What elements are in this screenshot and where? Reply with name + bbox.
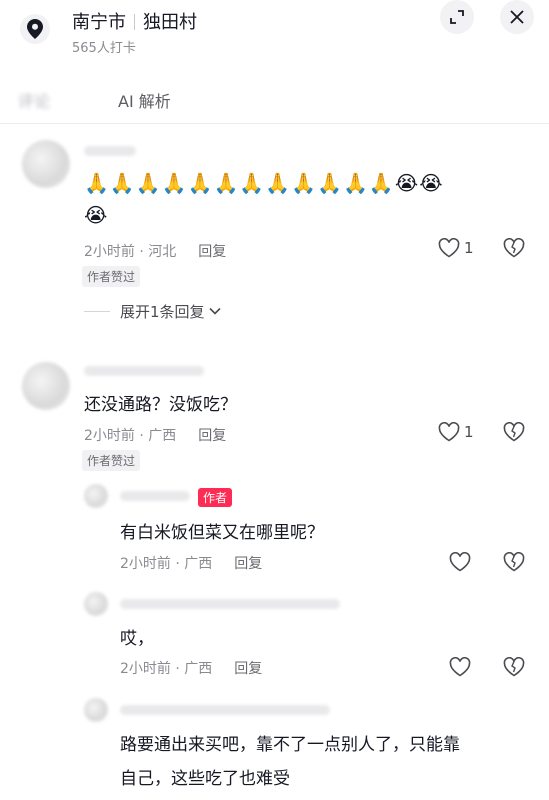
comment-time-location: 2小时前 · 河北 [84,244,177,260]
dislike-button[interactable] [503,552,525,572]
comment-meta: 2小时前 · 河北 回复 [84,241,226,261]
reply-button[interactable]: 回复 [198,428,226,444]
avatar[interactable] [84,698,108,722]
username-blurred[interactable] [120,705,330,715]
reply-button[interactable]: 回复 [198,244,226,260]
tab-comments[interactable]: 评论 [18,88,50,112]
expand-divider [84,310,110,312]
location-header: 南宁市 独田村 565人打卡 [0,0,549,70]
like-count: 1 [464,423,474,441]
reply-time-location: 2小时前 · 广西 [120,661,213,677]
dislike-button[interactable] [503,657,525,677]
comment-emoji-text-cont: 😭 [84,203,109,227]
author-liked-badge: 作者赞过 [82,266,141,287]
comment-meta: 2小时前 · 广西 回复 [84,425,226,445]
like-button[interactable]: 1 [438,238,474,258]
reply-text: 有白米饭但菜又在哪里呢？ [120,523,324,543]
broken-heart-icon [503,238,525,258]
heart-icon [438,422,460,442]
username-blurred[interactable] [120,599,340,609]
like-button[interactable]: 1 [438,422,474,442]
tab-bar: 评论 AI 解析 [0,80,549,120]
title-separator [134,14,135,30]
tab-ai-analysis[interactable]: AI 解析 [118,88,171,112]
username-blurred[interactable] [84,146,136,156]
reply-meta: 2小时前 · 广西 回复 [120,658,262,678]
dislike-button[interactable] [503,238,525,258]
avatar[interactable] [22,140,70,188]
avatar[interactable] [84,592,108,616]
collapse-button[interactable] [440,0,474,34]
broken-heart-icon [503,657,525,677]
tab-divider [0,123,549,124]
village-name: 独田村 [143,12,197,33]
close-button[interactable] [500,0,534,34]
reply-button[interactable]: 回复 [234,556,262,572]
reply-text: 路要通出来买吧，靠不了一点别人了，只能靠 [120,735,460,755]
dislike-button[interactable] [503,422,525,442]
like-button[interactable] [449,552,471,572]
username-blurred[interactable] [120,491,190,501]
author-badge: 作者 [198,488,233,507]
city-name: 南宁市 [72,12,126,33]
location-pin-icon [20,14,50,44]
chevron-down-icon [208,307,221,315]
avatar[interactable] [22,362,70,410]
like-button[interactable] [449,657,471,677]
reply-meta: 2小时前 · 广西 回复 [120,553,262,573]
like-count: 1 [464,239,474,257]
comment-text: 还没通路？没饭吃？ [84,395,237,415]
author-liked-badge: 作者赞过 [82,450,141,471]
heart-icon [449,552,471,572]
expand-replies-label: 展开1条回复 [120,302,205,321]
heart-icon [438,238,460,258]
expand-replies-button[interactable]: 展开1条回复 [84,300,221,322]
collapse-icon [450,10,464,24]
heart-icon [449,657,471,677]
broken-heart-icon [503,552,525,572]
reply-text: 哎， [120,629,154,649]
location-title[interactable]: 南宁市 独田村 [72,8,197,34]
checkin-count: 565人打卡 [72,41,136,56]
comment-time-location: 2小时前 · 广西 [84,428,177,444]
username-blurred[interactable] [84,366,204,376]
reply-button[interactable]: 回复 [234,661,262,677]
avatar[interactable] [84,484,108,508]
reply-text-cont: 自己，这些吃了也难受 [120,769,290,789]
broken-heart-icon [503,422,525,442]
comment-emoji-text: 🙏🙏🙏🙏🙏🙏🙏🙏🙏🙏🙏🙏😭😭 [84,171,444,195]
close-icon [510,10,524,24]
reply-time-location: 2小时前 · 广西 [120,556,213,572]
